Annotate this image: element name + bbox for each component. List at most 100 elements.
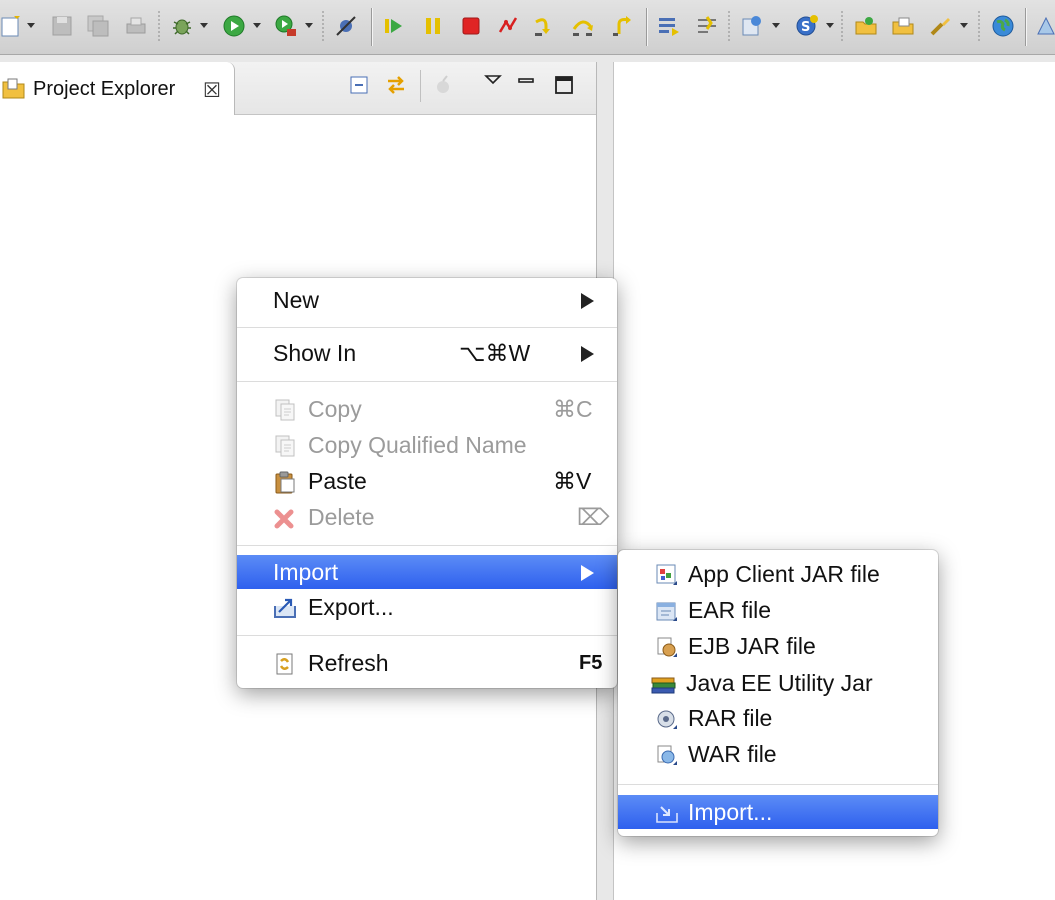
java-ee-utility-jar-icon	[651, 672, 676, 696]
step-return-icon[interactable]	[611, 14, 635, 38]
menu-item-copy-qualified-name[interactable]: Copy Qualified Name	[237, 428, 617, 462]
toolbar-grip	[841, 10, 843, 42]
submenu-item-java-ee-utility-jar[interactable]: Java EE Utility Jar	[618, 666, 938, 700]
menu-separator	[237, 381, 617, 382]
submenu-item-label: EJB JAR file	[688, 633, 816, 659]
menu-item-shortcut: ⌦	[577, 504, 610, 530]
menu-item-copy[interactable]: Copy ⌘C	[237, 392, 617, 426]
new-wizard-caret[interactable]	[27, 23, 35, 28]
rar-file-icon	[655, 707, 679, 731]
toggle-mark-occurrences-icon[interactable]	[657, 14, 681, 38]
menu-item-label: Refresh	[308, 650, 389, 676]
war-file-icon	[655, 743, 679, 767]
submenu-item-ejb-jar-file[interactable]: EJB JAR file	[618, 629, 938, 663]
submenu-arrow-icon	[581, 565, 594, 581]
toolbar-grip	[728, 10, 730, 42]
submenu-item-label: EAR file	[688, 597, 772, 623]
context-menu: New Show In ⌥⌘W Copy ⌘C Copy Qualified N…	[237, 278, 617, 688]
menu-item-label: Export...	[308, 594, 394, 620]
submenu-arrow-icon	[581, 346, 594, 362]
toolbar-separator	[1025, 8, 1026, 46]
disconnect-icon[interactable]	[496, 14, 520, 38]
menu-item-import[interactable]: Import	[237, 555, 617, 589]
run-icon[interactable]	[222, 14, 246, 38]
refresh-icon	[273, 652, 297, 676]
submenu-item-war-file[interactable]: WAR file	[618, 737, 938, 771]
close-view-icon[interactable]: ☒	[203, 78, 221, 103]
maximize-icon[interactable]	[553, 74, 575, 96]
new-server-icon[interactable]	[740, 14, 764, 38]
run-caret[interactable]	[253, 23, 261, 28]
new-spring-icon[interactable]: S	[795, 14, 819, 38]
import-submenu: App Client JAR file EAR file EJB JAR fil…	[618, 550, 938, 836]
export-icon	[273, 596, 297, 620]
minimize-icon[interactable]	[515, 70, 537, 92]
submenu-item-label: RAR file	[688, 705, 773, 731]
view-toolbar-separator	[420, 70, 421, 102]
toolbar-grip	[978, 10, 980, 42]
copy-icon	[273, 398, 297, 422]
external-tools-caret[interactable]	[305, 23, 313, 28]
menu-item-label: Show In	[273, 340, 357, 366]
submenu-item-label: App Client JAR file	[688, 561, 880, 587]
filter-icon[interactable]	[432, 74, 454, 96]
copy-qualified-name-icon	[273, 434, 297, 458]
save-all-icon[interactable]	[86, 14, 110, 38]
menu-separator	[237, 635, 617, 636]
toolbar-separator	[646, 8, 647, 46]
globe-icon[interactable]	[991, 14, 1015, 38]
resume-icon[interactable]	[382, 14, 406, 38]
submenu-item-import-wizard[interactable]: Import...	[618, 795, 938, 829]
step-into-icon[interactable]	[533, 14, 557, 38]
submenu-item-label: WAR file	[688, 741, 777, 767]
suspend-icon[interactable]	[421, 14, 445, 38]
menu-separator	[237, 327, 617, 328]
save-icon[interactable]	[50, 14, 74, 38]
menu-item-label: New	[273, 287, 320, 313]
print-icon[interactable]	[124, 14, 148, 38]
menu-item-label: Copy	[308, 396, 362, 422]
menu-item-label: Delete	[308, 504, 375, 530]
open-type-icon[interactable]	[854, 14, 878, 38]
delete-icon	[273, 506, 297, 530]
project-explorer-tab[interactable]: Project Explorer ☒	[0, 62, 235, 115]
menu-item-show-in[interactable]: Show In ⌥⌘W	[237, 336, 617, 370]
skip-breakpoints-icon[interactable]	[334, 14, 358, 38]
step-over-icon[interactable]	[571, 14, 595, 38]
new-spring-caret[interactable]	[826, 23, 834, 28]
toolbar-grip	[322, 10, 324, 42]
collapse-all-icon[interactable]	[349, 74, 371, 96]
submenu-item-rar-file[interactable]: RAR file	[618, 701, 938, 735]
search-caret[interactable]	[960, 23, 968, 28]
menu-item-delete[interactable]: Delete ⌦	[237, 500, 617, 534]
search-icon[interactable]	[928, 14, 952, 38]
perspective-icon[interactable]	[1036, 14, 1055, 38]
menu-item-paste[interactable]: Paste ⌘V	[237, 464, 617, 498]
menu-item-refresh[interactable]: Refresh F5	[237, 646, 617, 680]
terminate-icon[interactable]	[459, 14, 483, 38]
link-with-editor-icon[interactable]	[385, 74, 407, 96]
main-toolbar: S	[0, 0, 1055, 55]
menu-item-export[interactable]: Export...	[237, 590, 617, 624]
view-menu-icon[interactable]	[482, 70, 504, 92]
ear-file-icon	[655, 599, 679, 623]
open-task-icon[interactable]	[891, 14, 915, 38]
use-step-filters-icon[interactable]	[695, 14, 719, 38]
debug-caret[interactable]	[200, 23, 208, 28]
submenu-item-ear-file[interactable]: EAR file	[618, 593, 938, 627]
menu-item-label: Import	[273, 559, 339, 585]
submenu-item-app-client-jar[interactable]: App Client JAR file	[618, 557, 938, 591]
external-tools-icon[interactable]	[274, 14, 298, 38]
app-client-jar-icon	[655, 563, 679, 587]
menu-separator	[618, 784, 938, 785]
toolbar-separator	[371, 8, 372, 46]
new-server-caret[interactable]	[772, 23, 780, 28]
menu-item-shortcut: ⌘C	[553, 396, 593, 422]
submenu-item-label: Java EE Utility Jar	[686, 670, 873, 696]
ejb-jar-icon	[655, 635, 679, 659]
debug-icon[interactable]	[170, 14, 194, 38]
menu-separator	[237, 545, 617, 546]
svg-text:S: S	[801, 20, 810, 35]
menu-item-new[interactable]: New	[237, 283, 617, 317]
new-wizard-icon[interactable]	[0, 14, 24, 38]
